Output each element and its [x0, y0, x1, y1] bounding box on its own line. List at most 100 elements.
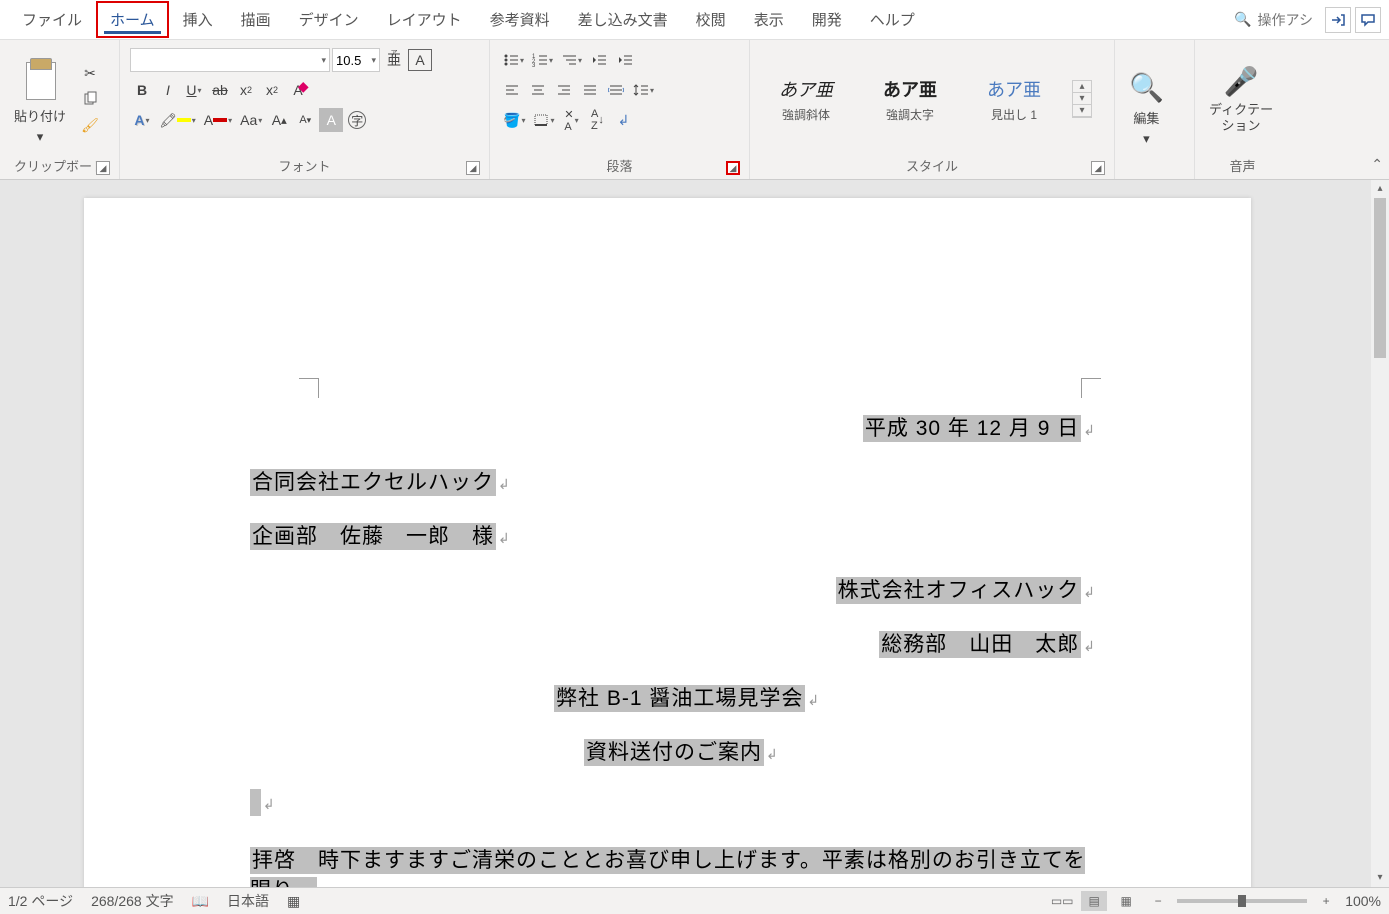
voice-group-label: 音声 [1229, 159, 1255, 174]
share-button[interactable] [1325, 7, 1351, 33]
read-mode-button[interactable]: ▭▭ [1049, 891, 1075, 911]
shrink-font-button[interactable]: A▾ [293, 108, 317, 132]
align-left-button[interactable] [500, 78, 524, 102]
collapse-ribbon-button[interactable]: ⌃ [1371, 156, 1383, 173]
scroll-up-button[interactable]: ▴ [1371, 180, 1389, 198]
tab-review[interactable]: 校閲 [682, 1, 740, 38]
doc-person-to: 企画部 佐藤 一郎 様↲ [250, 520, 511, 550]
justify-button[interactable] [578, 78, 602, 102]
search-placeholder: 操作アシ [1258, 10, 1313, 30]
borders-button[interactable]: ▾ [530, 108, 557, 132]
numbering-button[interactable]: 123▾ [529, 48, 556, 72]
styles-expand[interactable]: ▾ [1073, 105, 1091, 117]
phonetic-guide-button[interactable]: ア亜 [382, 48, 406, 72]
styles-scroll-down[interactable]: ▾ [1073, 93, 1091, 105]
scroll-thumb[interactable] [1374, 198, 1386, 358]
editing-button[interactable]: 🔍 編集 ▾ [1121, 44, 1172, 173]
doc-company-from: 株式会社オフィスハック↲ [836, 574, 1096, 604]
increase-indent-button[interactable] [613, 48, 637, 72]
tab-draw[interactable]: 描画 [227, 1, 285, 38]
zoom-level[interactable]: 100% [1345, 893, 1381, 909]
font-size-combo[interactable]: 10.5▾ [332, 48, 380, 72]
doc-body: 拝啓 時下ますますご清栄のこととお喜び申し上げます。平素は格別のお引き立てを賜り… [250, 844, 1096, 887]
show-marks-button[interactable]: ↲ [611, 108, 635, 132]
status-language[interactable]: 日本語 [227, 891, 269, 911]
style-strong[interactable]: あア亜 強調太字 [860, 68, 960, 130]
web-layout-button[interactable]: ▦ [1113, 891, 1139, 911]
align-center-button[interactable] [526, 78, 550, 102]
italic-button[interactable]: I [156, 78, 180, 102]
dictation-button[interactable]: 🎤 ディクテー ション [1201, 44, 1281, 154]
clear-formatting-button[interactable]: A◆ [286, 78, 310, 102]
tab-view[interactable]: 表示 [740, 1, 798, 38]
character-shading-button[interactable]: A [319, 108, 343, 132]
styles-group-label: スタイル [906, 159, 958, 174]
asian-layout-button[interactable]: ✕A▾ [559, 108, 583, 132]
font-launcher[interactable]: ◢ [466, 161, 480, 175]
highlight-button[interactable]: 🖍▾ [156, 108, 199, 132]
tab-help[interactable]: ヘルプ [856, 1, 929, 38]
paragraph-launcher[interactable]: ◢ [726, 161, 740, 175]
highlighter-icon: 🖍 [159, 112, 177, 129]
distributed-button[interactable] [604, 78, 628, 102]
multilevel-list-button[interactable]: ▾ [558, 48, 585, 72]
group-styles: あア亜 強調斜体 あア亜 強調太字 あア亜 見出し 1 ▴ ▾ ▾ スタイル ◢ [750, 40, 1115, 179]
vertical-scrollbar[interactable]: ▴ ▾ [1371, 180, 1389, 887]
doc-person-from: 総務部 山田 太郎↲ [879, 628, 1096, 658]
change-case-button[interactable]: Aa▾ [237, 108, 265, 132]
search-icon: 🔍 [1234, 11, 1251, 28]
font-color-button[interactable]: A▾ [201, 108, 235, 132]
subscript-button[interactable]: x2 [234, 78, 258, 102]
tab-layout[interactable]: レイアウト [373, 1, 476, 38]
format-painter-button[interactable]: 🖌 [78, 113, 102, 137]
tab-home[interactable]: ホーム [96, 1, 169, 38]
copy-button[interactable] [78, 87, 102, 111]
superscript-button[interactable]: x2 [260, 78, 284, 102]
ribbon-tabs: ファイル ホーム 挿入 描画 デザイン レイアウト 参考資料 差し込み文書 校閲… [0, 0, 1389, 40]
styles-scroll-up[interactable]: ▴ [1073, 81, 1091, 93]
enclose-characters-button[interactable]: A [408, 49, 432, 71]
strikethrough-button[interactable]: ab [208, 78, 232, 102]
bullets-button[interactable]: ▾ [500, 48, 527, 72]
underline-button[interactable]: U▾ [182, 78, 206, 102]
tab-mailings[interactable]: 差し込み文書 [564, 1, 682, 38]
grow-font-button[interactable]: A▴ [267, 108, 291, 132]
styles-launcher[interactable]: ◢ [1091, 161, 1105, 175]
zoom-slider[interactable] [1177, 899, 1307, 903]
scroll-down-button[interactable]: ▾ [1371, 869, 1389, 887]
clipboard-launcher[interactable]: ◢ [96, 161, 110, 175]
group-paragraph: ▾ 123▾ ▾ ▾ 🪣▾ ▾ ✕A▾ AZ↓ ↲ 段落 [490, 40, 750, 179]
doc-title-1: 弊社 B-1 醤油工場見学会↲ [554, 682, 820, 712]
enclosed-character-button[interactable]: 字 [345, 108, 369, 132]
text-effects-button[interactable]: A▾ [130, 108, 154, 132]
clipboard-group-label: クリップボード [14, 159, 105, 174]
bold-button[interactable]: B [130, 78, 154, 102]
align-right-button[interactable] [552, 78, 576, 102]
tab-design[interactable]: デザイン [285, 1, 373, 38]
style-heading1[interactable]: あア亜 見出し 1 [964, 68, 1064, 130]
proofing-icon[interactable]: 📖 [192, 893, 209, 910]
tab-developer[interactable]: 開発 [798, 1, 856, 38]
sort-button[interactable]: AZ↓ [585, 108, 609, 132]
print-layout-button[interactable]: ▤ [1081, 891, 1107, 911]
status-page[interactable]: 1/2 ページ [8, 891, 73, 911]
decrease-indent-button[interactable] [587, 48, 611, 72]
brush-icon: 🖌 [81, 117, 99, 134]
paste-button[interactable]: 貼り付け ▾ [6, 44, 74, 154]
zoom-in-button[interactable]: + [1313, 891, 1339, 911]
status-word-count[interactable]: 268/268 文字 [91, 891, 174, 911]
line-spacing-button[interactable]: ▾ [630, 78, 657, 102]
doc-date: 平成 30 年 12 月 9 日↲ [863, 412, 1096, 442]
tab-file[interactable]: ファイル [8, 1, 96, 38]
tell-me-search[interactable]: 🔍 操作アシ [1226, 6, 1321, 34]
zoom-out-button[interactable]: − [1145, 891, 1171, 911]
cut-button[interactable]: ✂ [78, 61, 102, 85]
tab-references[interactable]: 参考資料 [476, 1, 564, 38]
font-name-combo[interactable]: ▾ [130, 48, 330, 72]
document-area[interactable]: 平成 30 年 12 月 9 日↲ 合同会社エクセルハック↲ 企画部 佐藤 一郎… [0, 180, 1389, 887]
macro-recording-icon[interactable]: ▦ [287, 893, 300, 910]
comments-button[interactable] [1355, 7, 1381, 33]
shading-button[interactable]: 🪣▾ [500, 108, 528, 132]
tab-insert[interactable]: 挿入 [169, 1, 227, 38]
style-emphasis[interactable]: あア亜 強調斜体 [756, 68, 856, 130]
